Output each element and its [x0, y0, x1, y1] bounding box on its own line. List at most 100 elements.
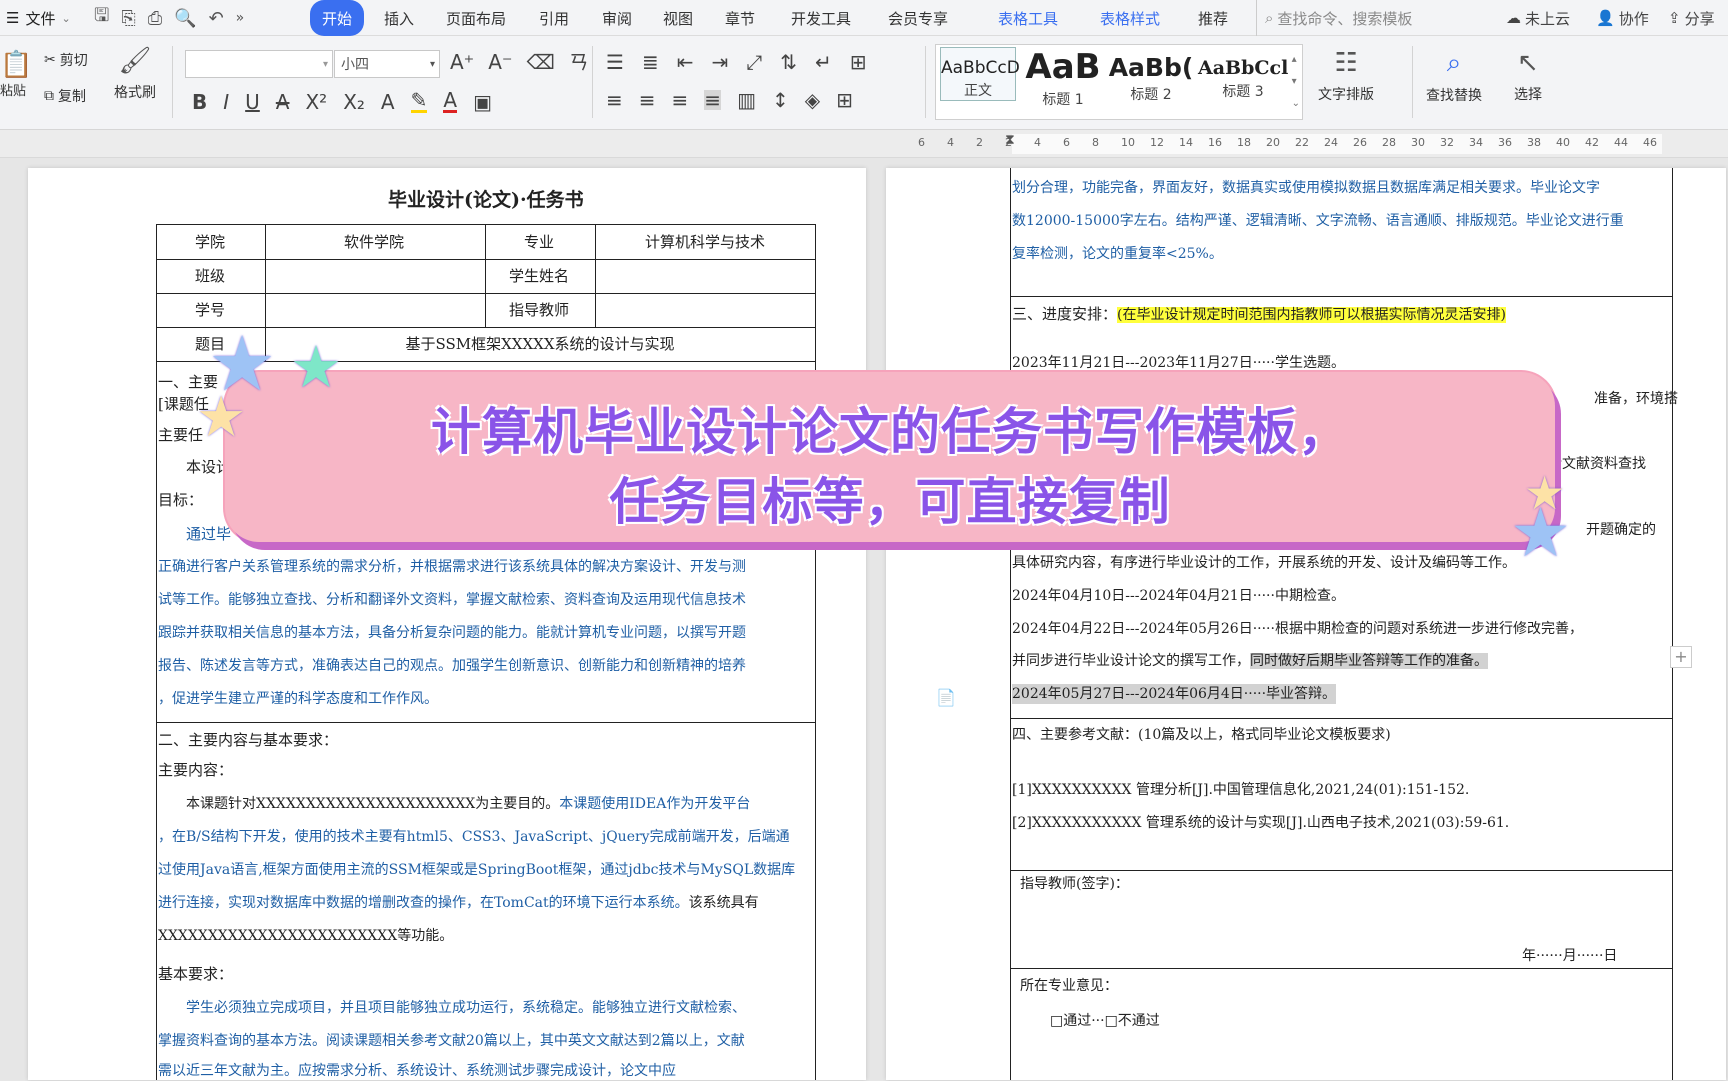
document-page-1[interactable]: 毕业设计(论文)·任务书 学院 软件学院 专业 计算机科学与技术 班级 学生姓名…	[28, 168, 866, 1080]
select-button[interactable]: ↖ 选择	[1514, 48, 1542, 104]
increase-indent-icon[interactable]: ⇥	[711, 52, 728, 72]
command-search[interactable]: ⌕ 查找命令、搜索模板	[1256, 0, 1412, 36]
table-layout-icon[interactable]: ⊞	[850, 52, 867, 72]
style-heading-1[interactable]: AaB 标题 1	[1024, 47, 1102, 109]
cell-college-value[interactable]: 软件学院	[264, 224, 484, 258]
justify-icon[interactable]: ≡	[704, 90, 722, 110]
file-menu[interactable]: ☰ 文件 ⌄	[6, 0, 71, 36]
copy-icon: ⧉	[44, 88, 54, 104]
quick-access-toolbar: 🖫 ⎘ ⎙ 🔍 ↶ »	[94, 0, 244, 36]
decrease-indent-icon[interactable]: ⇤	[677, 52, 694, 72]
schedule-7b: 同时做好后期毕业答辩等工作的准备。	[1250, 653, 1488, 669]
underline-icon[interactable]: U	[245, 92, 260, 112]
bold-icon[interactable]: B	[192, 92, 207, 112]
paste-button[interactable]: 📋 粘贴	[0, 50, 32, 99]
indent-marker-icon[interactable]: ⧗	[1005, 132, 1015, 148]
superscript-icon[interactable]: X²	[305, 92, 327, 112]
char-border-icon[interactable]: ▣	[473, 92, 492, 112]
tab-view[interactable]: 视图	[663, 0, 693, 36]
cell-student-value[interactable]	[594, 258, 816, 292]
copy-label: 复制	[58, 89, 86, 105]
menu-bar: ☰ 文件 ⌄ 🖫 ⎘ ⎙ 🔍 ↶ » 开始 插入 页面布局 引用 审阅 视图 章节 …	[0, 0, 1728, 36]
align-right-icon[interactable]: ≡	[672, 90, 689, 110]
find-replace-button[interactable]: ⌕ 查找替换	[1426, 48, 1482, 105]
chevron-down-icon: ▾	[322, 58, 328, 70]
text-direction-icon[interactable]: ⤢	[746, 52, 762, 72]
schedule-line-4: 具体研究内容，有序进行毕业设计的工作，开展系统的开发、设计及编码等工作。	[1012, 555, 1516, 571]
line-spacing-icon[interactable]: ↕	[772, 90, 789, 110]
chevron-down-icon: ▾	[429, 58, 435, 70]
cloud-status[interactable]: ☁ 未上云	[1506, 0, 1570, 36]
cursor-icon: ↖	[1517, 48, 1539, 78]
search-placeholder: 查找命令、搜索模板	[1277, 9, 1413, 28]
text-effect-icon[interactable]: A	[381, 92, 395, 112]
export-pdf-icon[interactable]: ⎘	[121, 8, 135, 29]
more-icon[interactable]: »	[236, 10, 245, 26]
show-marks-icon[interactable]: ↵	[815, 52, 832, 72]
style-heading-3[interactable]: AaBbCcl 标题 3	[1198, 47, 1288, 101]
shrink-font-icon[interactable]: A⁻	[488, 52, 512, 72]
tab-references[interactable]: 引用	[539, 0, 569, 36]
copy-button[interactable]: ⧉ 复制	[44, 86, 86, 106]
tab-home[interactable]: 开始	[310, 0, 365, 36]
cell-id-value[interactable]	[264, 292, 484, 326]
print-preview-icon[interactable]: 🔍	[174, 8, 196, 29]
tab-table-style[interactable]: 表格样式	[1100, 0, 1160, 36]
document-page-2[interactable]: 划分合理，功能完备，界面友好，数据真实或使用模拟数据且数据库满足相关要求。毕业论…	[886, 168, 1726, 1080]
cell-major-value[interactable]: 计算机科学与技术	[594, 224, 816, 258]
tab-recommend[interactable]: 推荐	[1198, 0, 1228, 36]
pass-checkbox-group[interactable]: □通过···□不通过	[1050, 1011, 1160, 1031]
search-icon: ⌕	[1265, 9, 1274, 27]
tab-member[interactable]: 会员专享	[888, 0, 948, 36]
font-color-icon[interactable]: A	[443, 90, 458, 113]
undo-icon[interactable]: ↶	[209, 8, 224, 29]
ruler-tick-label: 4	[1034, 136, 1041, 149]
tab-insert[interactable]: 插入	[384, 0, 414, 36]
tab-table-tools[interactable]: 表格工具	[998, 0, 1058, 36]
style-h1-label: 标题 1	[1042, 92, 1084, 108]
numbered-list-icon[interactable]: ≣	[642, 52, 659, 72]
clear-format-icon[interactable]: ⌫	[527, 52, 555, 72]
cell-class-value[interactable]	[264, 258, 484, 292]
ruler-tick-label: 14	[1179, 136, 1193, 149]
phonetic-icon[interactable]: ㄢ	[569, 52, 589, 72]
tab-developer[interactable]: 开发工具	[791, 0, 851, 36]
collab-button[interactable]: 👤 协作	[1596, 0, 1649, 36]
add-icon[interactable]: +	[1670, 646, 1692, 668]
left-line-10: ，促进学生建立严谨的科学态度和工作作风。	[158, 691, 438, 707]
sort-icon[interactable]: ⇅	[780, 52, 797, 72]
borders-icon[interactable]: ⊞	[836, 90, 853, 110]
tab-section[interactable]: 章节	[725, 0, 755, 36]
schedule-fragment-1: 准备，环境搭	[1594, 391, 1678, 407]
document-float-icon[interactable]: 📄	[936, 688, 956, 707]
font-size-select[interactable]: 小四 ▾	[334, 50, 440, 78]
cell-topic-value[interactable]: 基于SSM框架XXXXX系统的设计与实现	[264, 326, 816, 360]
tab-review[interactable]: 审阅	[602, 0, 632, 36]
tab-page-layout[interactable]: 页面布局	[446, 0, 506, 36]
strikethrough-icon[interactable]: A	[276, 92, 290, 112]
grow-font-icon[interactable]: A⁺	[450, 52, 474, 72]
highlight-icon[interactable]: ✎	[410, 90, 428, 113]
bullet-list-icon[interactable]: ☰	[606, 52, 624, 72]
save-icon[interactable]: 🖫	[94, 3, 109, 33]
italic-icon[interactable]: I	[223, 92, 229, 112]
share-button[interactable]: ⇪ 分享	[1668, 0, 1715, 36]
paragraph-row-2: ≡ ≡ ≡ ≡ ▥ ↕ ◈ ⊞	[606, 90, 853, 110]
align-center-icon[interactable]: ≡	[639, 90, 656, 110]
align-left-icon[interactable]: ≡	[606, 90, 623, 110]
style-normal[interactable]: AaBbCcD 正文	[940, 47, 1020, 101]
text-layout-button[interactable]: ☷ 文字排版	[1318, 48, 1374, 104]
format-painter-button[interactable]: 🖌 格式刷	[114, 46, 156, 102]
section-4-heading: 四、主要参考文献：(10篇及以上，格式同毕业论文模板要求)	[1012, 727, 1391, 743]
subscript-icon[interactable]: X₂	[343, 92, 365, 112]
print-icon[interactable]: ⎙	[148, 8, 162, 29]
font-name-select[interactable]: ▾	[185, 50, 333, 78]
cell-advisor-value[interactable]	[594, 292, 816, 326]
shading-icon[interactable]: ◈	[805, 90, 820, 110]
style-h3-sample: AaBbCcl	[1198, 57, 1289, 79]
horizontal-ruler[interactable]: 6 4 2 2 4 6 8 10 12 14 16 18 20 22 24 26 28 30 32 34 36 38 40 4…	[0, 130, 1728, 158]
cut-button[interactable]: ✂ 剪切	[44, 50, 88, 70]
distributed-icon[interactable]: ▥	[737, 90, 756, 110]
style-heading-2[interactable]: AaBb(标题 2	[1108, 47, 1194, 104]
gallery-scroll[interactable]: ▴ ▾ ⌄	[1292, 49, 1300, 115]
